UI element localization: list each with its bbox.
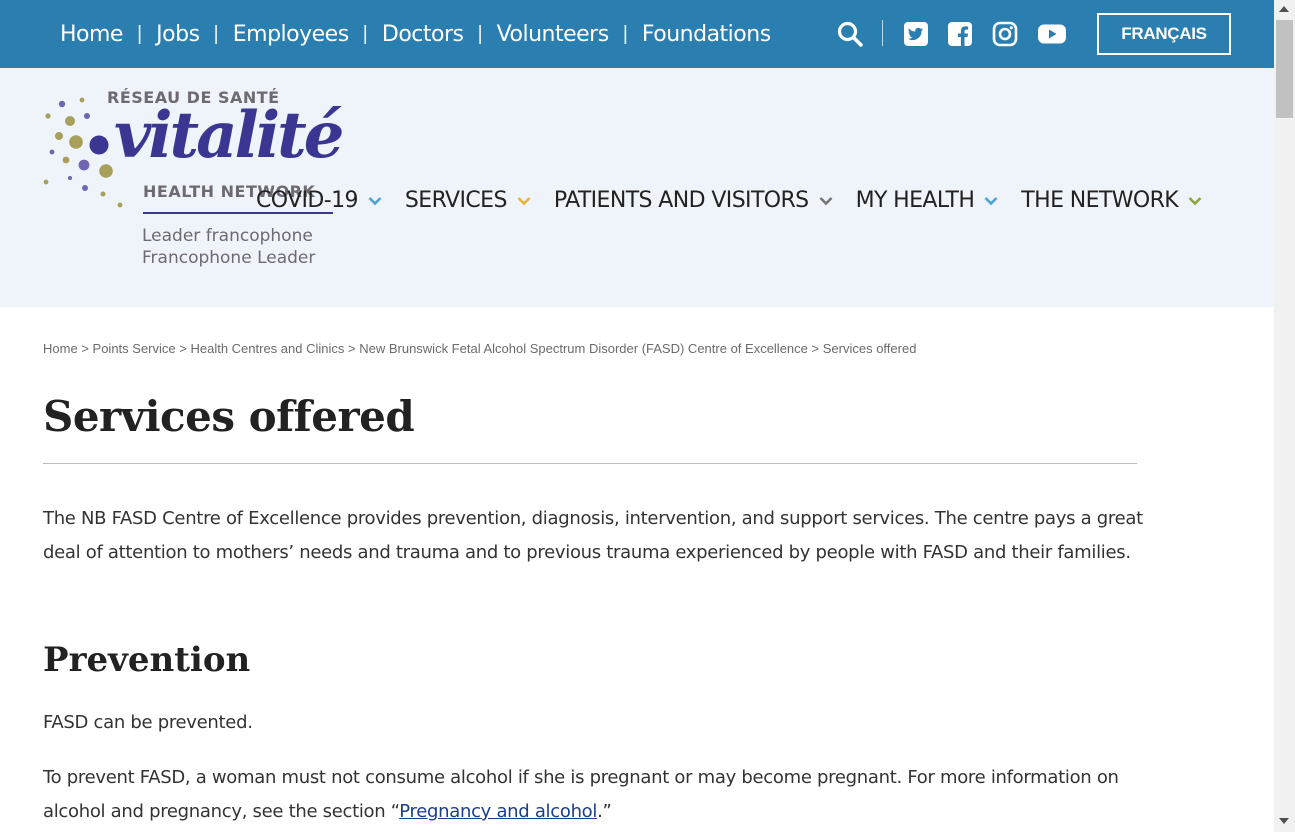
breadcrumb-home[interactable]: Home xyxy=(43,341,78,356)
nav-my-health[interactable]: MY HEALTH xyxy=(856,188,999,213)
breadcrumb-fasd-centre[interactable]: New Brunswick Fetal Alcohol Spectrum Dis… xyxy=(359,341,808,356)
top-navigation: Home | Jobs | Employees | Doctors | Volu… xyxy=(60,0,771,68)
breadcrumb-points-service[interactable]: Points Service xyxy=(93,341,176,356)
topnav-separator: | xyxy=(477,22,483,45)
language-button[interactable]: FRANÇAIS xyxy=(1097,13,1231,55)
divider xyxy=(882,20,883,46)
nav-label: COVID-19 xyxy=(256,188,359,213)
scrollbar-track[interactable] xyxy=(1274,0,1295,832)
prevention-paragraph-2: To prevent FASD, a woman must not consum… xyxy=(43,761,1143,829)
topnav-jobs[interactable]: Jobs xyxy=(156,22,200,47)
nav-services[interactable]: SERVICES xyxy=(405,188,531,213)
twitter-icon[interactable] xyxy=(903,21,929,47)
nav-label: PATIENTS AND VISITORS xyxy=(553,188,809,213)
topnav-employees[interactable]: Employees xyxy=(233,22,349,47)
chevron-down-icon xyxy=(1188,196,1202,205)
scrollbar-thumb[interactable] xyxy=(1276,20,1293,118)
page-title: Services offered xyxy=(43,392,415,441)
breadcrumb-health-centres[interactable]: Health Centres and Clinics xyxy=(190,341,344,356)
breadcrumb: Home > Points Service > Health Centres a… xyxy=(43,341,916,356)
section-heading-prevention: Prevention xyxy=(43,640,251,680)
prevention-paragraph-1: FASD can be prevented. xyxy=(43,712,253,733)
scroll-down-arrow-icon[interactable] xyxy=(1279,818,1289,824)
chevron-down-icon xyxy=(819,196,832,205)
scroll-up-arrow-icon[interactable] xyxy=(1279,6,1289,12)
breadcrumb-separator: > xyxy=(348,341,356,356)
chevron-down-icon xyxy=(517,196,531,205)
title-divider xyxy=(43,463,1137,464)
search-icon[interactable] xyxy=(836,20,864,48)
nav-covid[interactable]: COVID-19 xyxy=(256,188,382,213)
topnav-home[interactable]: Home xyxy=(60,22,123,47)
breadcrumb-current: Services offered xyxy=(822,341,917,356)
facebook-icon[interactable] xyxy=(947,21,973,47)
nav-patients-visitors[interactable]: PATIENTS AND VISITORS xyxy=(554,188,833,213)
topnav-separator: | xyxy=(213,22,219,45)
topnav-separator: | xyxy=(622,22,628,45)
main-navigation: COVID-19 SERVICES PATIENTS AND VISITORS … xyxy=(256,188,1202,213)
topnav-doctors[interactable]: Doctors xyxy=(382,22,464,47)
nav-label: THE NETWORK xyxy=(1021,188,1179,213)
topnav-foundations[interactable]: Foundations xyxy=(642,22,771,47)
breadcrumb-separator: > xyxy=(811,341,820,356)
breadcrumb-separator: > xyxy=(81,341,89,356)
intro-paragraph: The NB FASD Centre of Excellence provide… xyxy=(43,508,1143,563)
chevron-down-icon xyxy=(984,196,998,205)
topnav-separator: | xyxy=(362,22,368,45)
logo-tagline-fr: Leader francophone xyxy=(142,226,313,246)
paragraph-text: .” xyxy=(597,801,612,822)
logo-tagline-en: Francophone Leader xyxy=(142,248,316,268)
logo-wordmark[interactable]: vitalité xyxy=(114,98,344,173)
breadcrumb-separator: > xyxy=(179,341,187,356)
youtube-icon[interactable] xyxy=(1037,21,1067,47)
topnav-volunteers[interactable]: Volunteers xyxy=(497,22,610,47)
topnav-separator: | xyxy=(136,22,143,45)
pregnancy-alcohol-link[interactable]: Pregnancy and alcohol xyxy=(399,801,597,822)
instagram-icon[interactable] xyxy=(992,21,1018,47)
chevron-down-icon xyxy=(368,196,382,205)
nav-the-network[interactable]: THE NETWORK xyxy=(1021,188,1202,213)
nav-label: SERVICES xyxy=(404,188,508,213)
nav-label: MY HEALTH xyxy=(855,188,975,213)
